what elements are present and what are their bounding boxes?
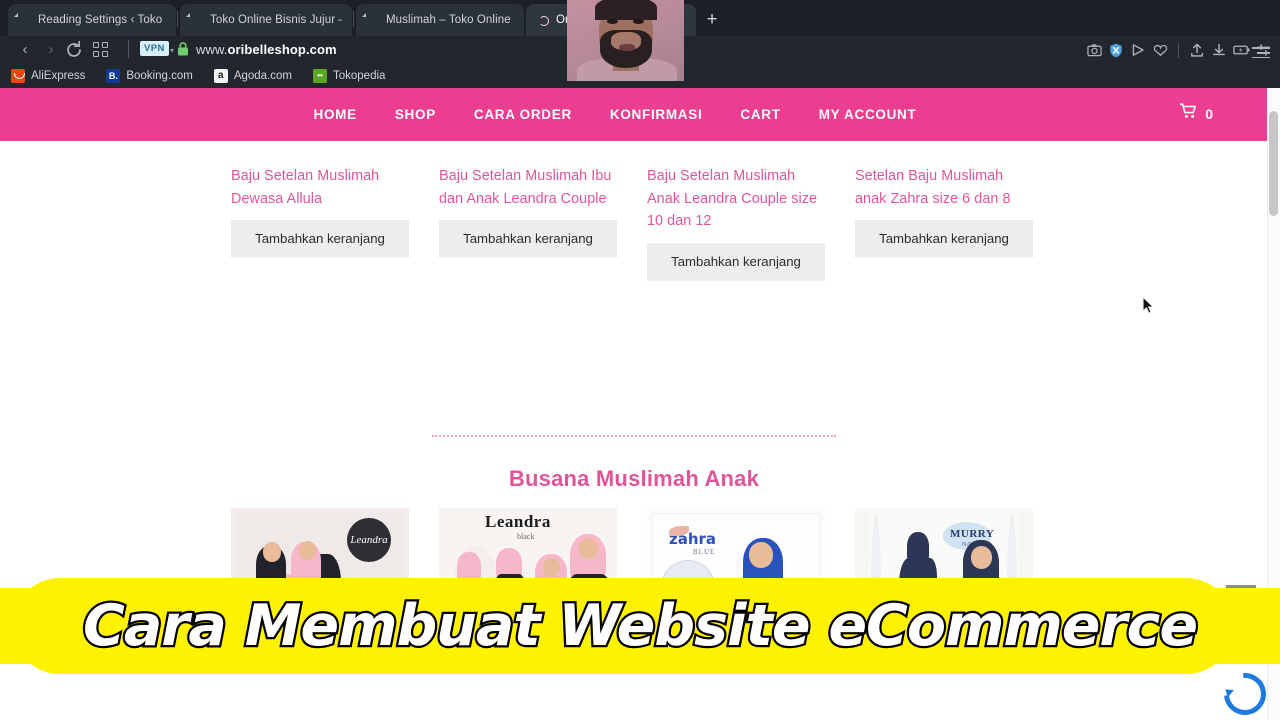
bookmark-aliexpress[interactable]: AliExpress — [11, 69, 96, 83]
document-icon — [366, 13, 379, 27]
site-nav-links: HOME SHOP CARA ORDER KONFIRMASI CART MY … — [0, 88, 1230, 141]
nav-item-my-account[interactable]: MY ACCOUNT — [800, 107, 936, 122]
reload-icon[interactable] — [64, 40, 84, 60]
caption-text: Cara Membuat Website eCommerce — [81, 591, 1200, 662]
page-scrollbar-thumb[interactable] — [1269, 111, 1278, 216]
nav-item-cart[interactable]: CART — [721, 107, 799, 122]
document-icon — [18, 13, 31, 27]
nav-item-home[interactable]: HOME — [295, 107, 376, 122]
tab-title: Reading Settings ‹ Toko Onli — [38, 14, 166, 26]
bookmark-label: Booking.com — [126, 70, 193, 82]
toolbar-divider — [1178, 42, 1179, 58]
product-card-1: Baju Setelan Muslimah Dewasa Allula Tamb… — [231, 165, 409, 258]
url-domain: oribelleshop.com — [227, 42, 337, 57]
product-title[interactable]: Baju Setelan Muslimah Dewasa Allula — [231, 165, 409, 210]
brand-name: MURRY — [950, 528, 995, 540]
vpn-badge[interactable]: VPN — [140, 41, 169, 56]
cart-widget[interactable]: 0 — [1180, 103, 1213, 124]
product-title[interactable]: Baju Setelan Muslimah Ibu dan Anak Leand… — [439, 165, 617, 210]
bookmark-tokopedia[interactable]: •• Tokopedia — [313, 69, 396, 83]
oribelle-favicon-icon — [536, 13, 549, 27]
toolbar-icon-group — [1083, 40, 1274, 60]
brand-logo: Leandra — [347, 518, 391, 562]
add-to-cart-button[interactable]: Tambahkan keranjang — [855, 220, 1033, 258]
brand-name: Leandra — [350, 534, 388, 546]
upload-icon[interactable] — [1186, 40, 1208, 60]
product-title[interactable]: Setelan Baju Muslimah anak Zahra size 6 … — [855, 165, 1033, 210]
add-to-cart-button[interactable]: Tambahkan keranjang — [231, 220, 409, 258]
product-card-2: Baju Setelan Muslimah Ibu dan Anak Leand… — [439, 165, 617, 258]
grid-icon[interactable] — [93, 42, 109, 58]
back-button[interactable]: ‹ — [14, 39, 36, 61]
bookmark-label: AliExpress — [31, 70, 86, 82]
brand-subtitle: BLUE — [693, 548, 716, 556]
section-divider — [432, 435, 836, 437]
browser-tab-1[interactable]: Reading Settings ‹ Toko Onli — [8, 4, 176, 36]
toolbar-divider — [128, 40, 129, 58]
address-bar-url[interactable]: www.oribelleshop.com — [196, 40, 337, 60]
download-icon[interactable] — [1208, 40, 1230, 60]
agoda-icon: a — [213, 69, 228, 83]
chevron-down-icon[interactable]: ▾ — [170, 46, 174, 55]
tab-divider — [177, 11, 178, 27]
aliexpress-icon — [11, 69, 25, 83]
forward-button[interactable]: › — [40, 39, 62, 61]
tab-title: Toko Online Bisnis Jujur – The — [210, 14, 342, 26]
browser-window: Reading Settings ‹ Toko Onli Toko Online… — [0, 0, 1280, 720]
add-to-cart-button[interactable]: Tambahkan keranjang — [439, 220, 617, 258]
bookmark-agoda[interactable]: a Agoda.com — [213, 69, 303, 83]
nav-item-konfirmasi[interactable]: KONFIRMASI — [591, 107, 722, 122]
browser-tab-3[interactable]: Muslimah – Toko Online Bisni — [356, 4, 524, 36]
mouse-cursor — [1142, 295, 1155, 315]
product-card-3: Baju Setelan Muslimah Anak Leandra Coupl… — [647, 165, 825, 281]
send-icon[interactable] — [1127, 40, 1149, 60]
presenter-webcam — [567, 0, 684, 81]
section-heading: Busana Muslimah Anak — [508, 466, 760, 491]
brand-subtitle: black — [517, 532, 535, 541]
nav-item-shop[interactable]: SHOP — [376, 107, 455, 122]
add-to-cart-button[interactable]: Tambahkan keranjang — [647, 242, 825, 281]
browser-tab-2[interactable]: Toko Online Bisnis Jujur – The — [180, 4, 352, 36]
product-title[interactable]: Baju Setelan Muslimah Anak Leandra Coupl… — [647, 165, 825, 233]
tab-title: Muslimah – Toko Online Bisni — [386, 14, 514, 26]
site-navbar: HOME SHOP CARA ORDER KONFIRMASI CART MY … — [0, 88, 1280, 141]
new-tab-button[interactable]: + — [700, 8, 724, 32]
product-card-4: Setelan Baju Muslimah anak Zahra size 6 … — [855, 165, 1033, 258]
video-caption-overlay: Cara Membuat Website eCommerce — [0, 578, 1280, 676]
shield-icon[interactable] — [1105, 40, 1127, 60]
heart-icon[interactable] — [1149, 40, 1171, 60]
bookmark-label: Agoda.com — [233, 70, 292, 82]
sliders-icon[interactable] — [1252, 40, 1274, 60]
camera-icon[interactable] — [1083, 40, 1105, 60]
brand-name: Leandra — [485, 512, 551, 531]
document-icon — [190, 13, 203, 27]
lock-icon — [176, 41, 190, 57]
bookmark-booking[interactable]: B. Booking.com — [106, 69, 203, 83]
battery-icon[interactable] — [1230, 40, 1252, 60]
url-prefix: www. — [196, 42, 228, 57]
cart-icon — [1180, 103, 1198, 124]
booking-icon: B. — [106, 69, 121, 83]
tokopedia-icon: •• — [313, 69, 327, 83]
bookmark-label: Tokopedia — [333, 70, 386, 82]
nav-item-cara-order[interactable]: CARA ORDER — [455, 107, 591, 122]
tab-divider — [353, 11, 354, 27]
cart-count: 0 — [1205, 105, 1213, 122]
